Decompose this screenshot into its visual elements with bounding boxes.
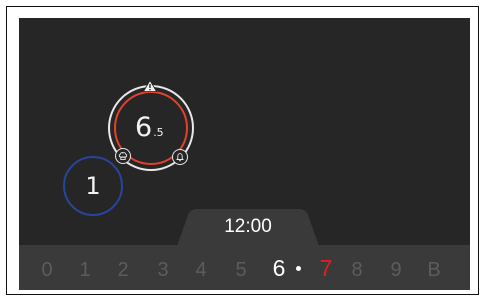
slider-level-boost[interactable]: B [422,258,446,282]
zone-power-level-whole: 6 [135,112,153,143]
slider-level-2[interactable]: 2 [111,258,135,282]
slider-level-0[interactable]: 0 [35,258,59,282]
slider-level-3[interactable]: 3 [151,258,175,282]
timer-display: 12:00 [224,216,272,237]
slider-level-9[interactable]: 9 [384,258,408,282]
slider-level-4[interactable]: 4 [189,258,213,282]
slider-level-5[interactable]: 5 [229,258,253,282]
bell-icon[interactable] [172,149,188,165]
slider-level-6-selected[interactable]: 6 [267,256,291,280]
zone-power-level-decimal: .5 [153,126,164,139]
bell-icon-glyph [176,153,184,162]
warning-icon [143,80,157,92]
slider-level-8[interactable]: 8 [345,258,369,282]
slider-level-1[interactable]: 1 [73,258,97,282]
slider-separator-dot [296,266,301,271]
slider-level-7-limit[interactable]: 7 [314,256,338,280]
zone-small-level: 1 [85,172,101,200]
zone-power-level: 6.5 [135,113,164,148]
